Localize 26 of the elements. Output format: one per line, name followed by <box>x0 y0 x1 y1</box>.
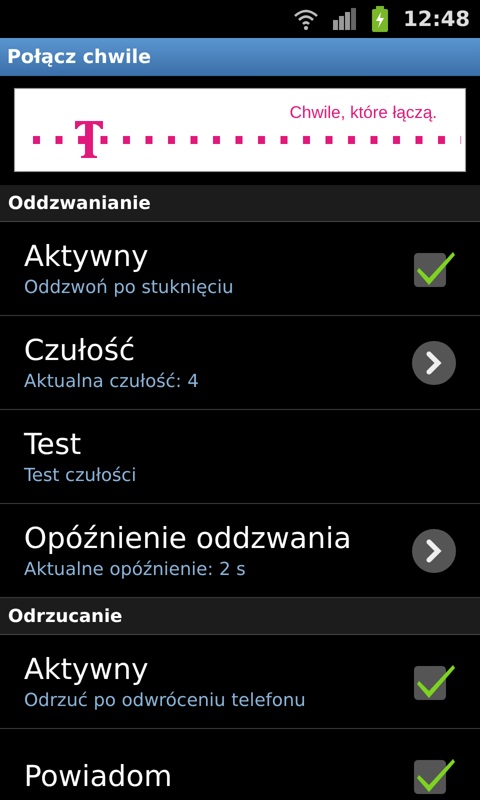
slogan: Chwile, które łączą. <box>290 103 437 123</box>
preference-summary: Aktualna czułość: 4 <box>24 371 200 392</box>
chevron-icon[interactable] <box>412 340 456 384</box>
preference-row[interactable]: Aktywny Odrzuć po odwróceniu telefonu <box>0 635 480 729</box>
preference-summary: Aktualne opóźnienie: 2 s <box>24 559 247 580</box>
window-title: Połącz chwile <box>7 46 152 68</box>
preference-title: Czułość <box>24 333 136 367</box>
section-title: Odrzucanie <box>8 606 122 626</box>
preference-summary: Odrzuć po odwróceniu telefonu <box>24 690 307 711</box>
wifi-icon <box>293 8 320 30</box>
preference-row[interactable]: Test Test czułości <box>0 410 480 504</box>
clock: 12:48 <box>403 7 470 31</box>
preference-title: Test <box>24 427 82 461</box>
preference-title: Aktywny <box>24 239 150 273</box>
preference-title: Opóźnienie oddzwania <box>24 521 352 555</box>
signal-icon <box>333 8 358 30</box>
preference-row[interactable]: Powiadom <box>0 729 480 800</box>
preference-row[interactable]: Aktywny Oddzwoń po stuknięciu <box>0 222 480 316</box>
chevron-icon[interactable] <box>412 528 456 572</box>
preference-title: Aktywny <box>24 652 150 686</box>
preference-summary: Test czułości <box>24 465 138 486</box>
section-title: Oddzwanianie <box>8 192 151 214</box>
battery-charging-icon <box>371 6 390 32</box>
preference-title: Powiadom <box>24 758 174 792</box>
preference-row[interactable]: Czułość Aktualna czułość: 4 <box>0 316 480 410</box>
preference-summary: Oddzwoń po stuknięciu <box>24 277 235 298</box>
